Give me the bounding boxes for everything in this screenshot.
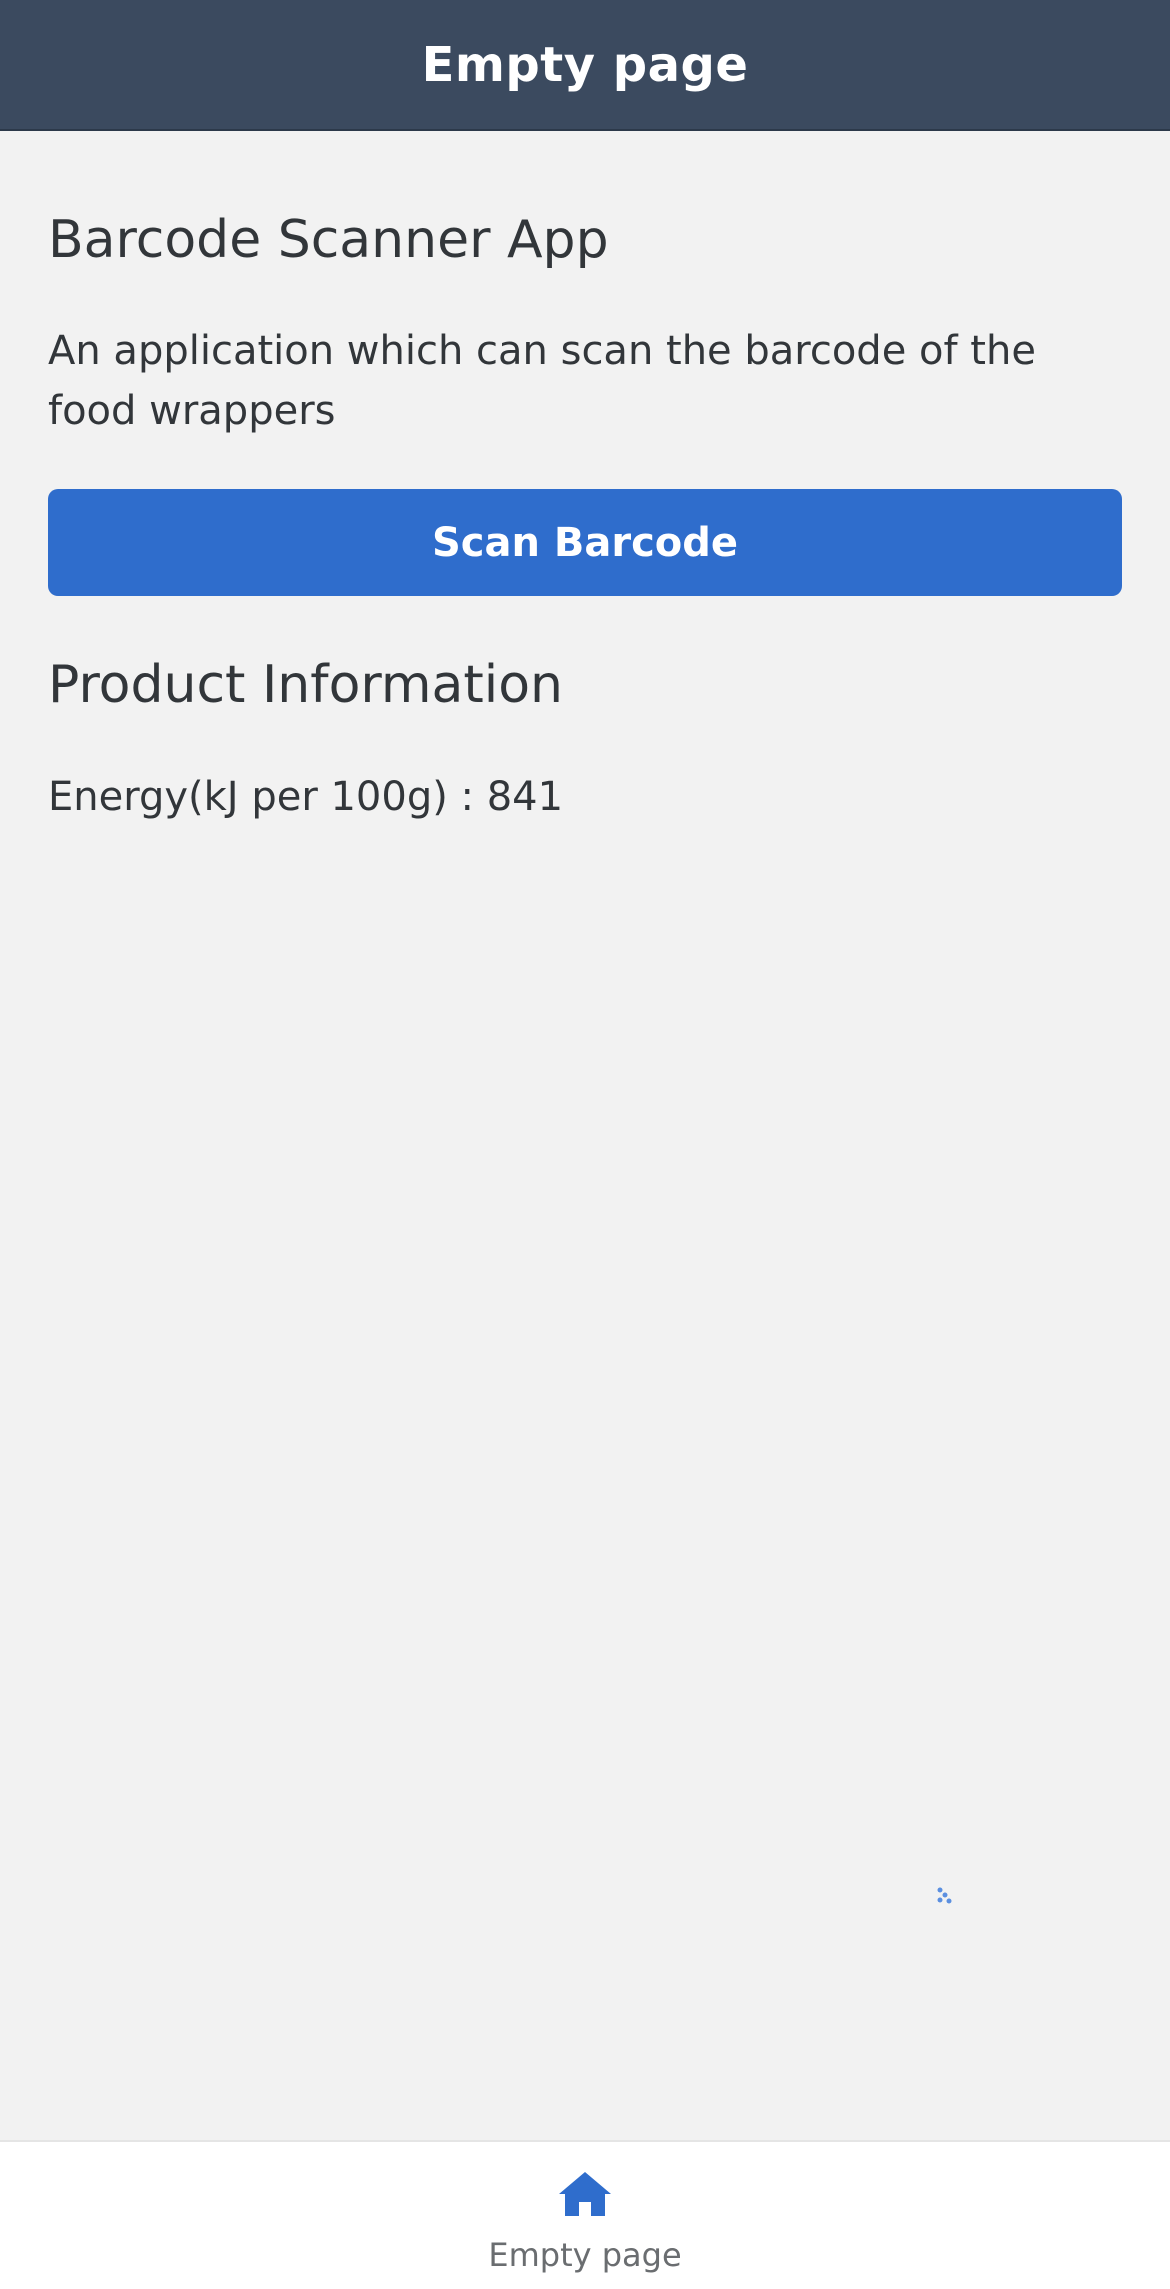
main-content: Barcode Scanner App An application which… (48, 131, 1122, 821)
tab-empty-page[interactable]: Empty page (0, 2142, 1170, 2289)
app-root: Empty page Barcode Scanner App An applic… (0, 0, 1170, 2289)
product-information-title: Product Information (48, 655, 563, 716)
page-title: Empty page (421, 36, 749, 93)
pointer-icon (937, 1887, 952, 1904)
bottom-tab-bar: Empty page (0, 2140, 1170, 2289)
home-icon (559, 2172, 611, 2216)
app-title: Barcode Scanner App (48, 210, 609, 270)
app-header: Empty page (0, 0, 1170, 131)
energy-info-text: Energy(kJ per 100g) : 841 (48, 773, 564, 820)
app-description: An application which can scan the barcod… (48, 328, 1036, 435)
scan-barcode-button[interactable]: Scan Barcode (48, 489, 1122, 597)
tab-label: Empty page (488, 2236, 682, 2274)
